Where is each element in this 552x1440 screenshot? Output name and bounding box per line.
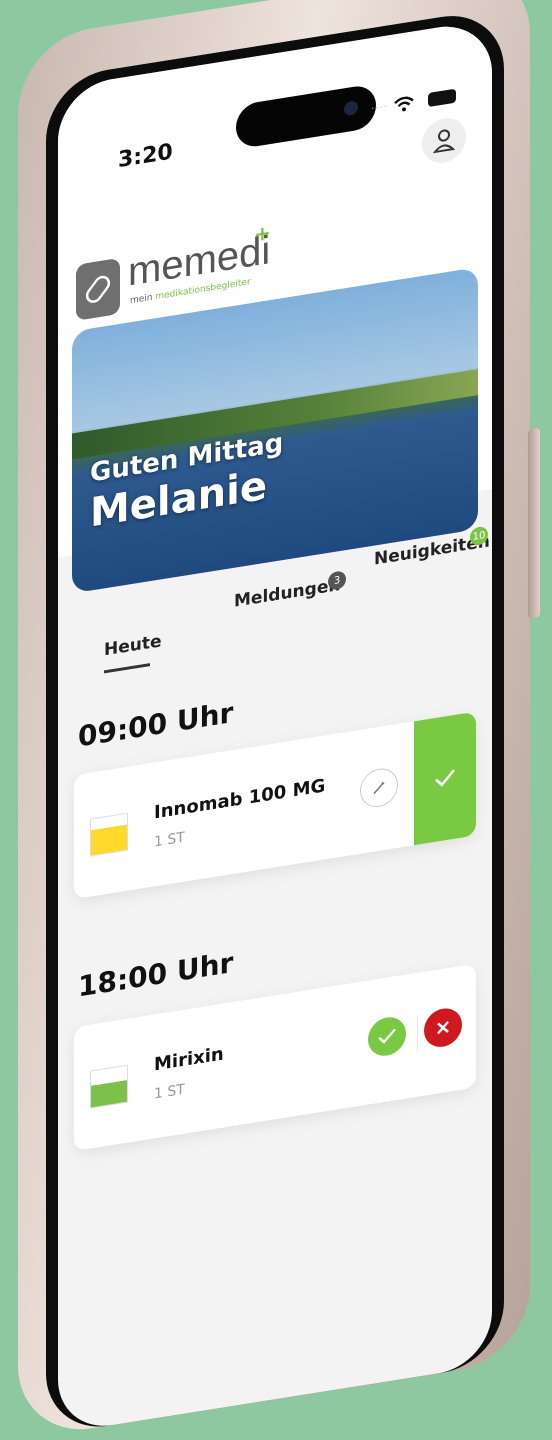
- close-icon: [437, 1021, 449, 1035]
- schedule-time: 18:00 Uhr: [78, 945, 234, 1004]
- medication-quantity: 1 ST: [154, 1081, 185, 1103]
- phone-frame: 3:20 ···· memedi + mein medikationsbegle…: [18, 0, 540, 1440]
- pill-logo-icon: [76, 257, 120, 321]
- skip-intake-button[interactable]: [424, 1005, 462, 1050]
- meldungen-badge: 3: [328, 570, 346, 591]
- tab-heute[interactable]: Heute: [104, 631, 162, 660]
- tab-meldungen[interactable]: Meldungen: [234, 575, 340, 612]
- medication-name: Innomab 100 MG: [154, 775, 326, 824]
- active-tab-indicator: [104, 663, 150, 674]
- pencil-icon: [373, 781, 385, 795]
- wifi-icon: [394, 95, 414, 119]
- medication-quantity: 1 ST: [154, 829, 185, 851]
- check-icon: [435, 769, 455, 787]
- app-screen: 3:20 ···· memedi + mein medikationsbegle…: [58, 18, 492, 1434]
- confirm-intake-button[interactable]: [368, 1014, 406, 1059]
- side-button: [528, 427, 540, 620]
- user-icon: [433, 129, 455, 154]
- camera-icon: [344, 100, 358, 117]
- medication-package-image: [90, 1064, 128, 1109]
- check-icon: [378, 1028, 396, 1044]
- medication-package-image: [90, 812, 128, 857]
- medication-name: Mirixin: [154, 1043, 224, 1076]
- edit-button[interactable]: [360, 765, 398, 810]
- button-divider: [417, 1016, 418, 1051]
- confirm-intake-button[interactable]: [414, 711, 476, 846]
- schedule-time: 09:00 Uhr: [78, 695, 234, 754]
- plus-icon: +: [254, 219, 271, 247]
